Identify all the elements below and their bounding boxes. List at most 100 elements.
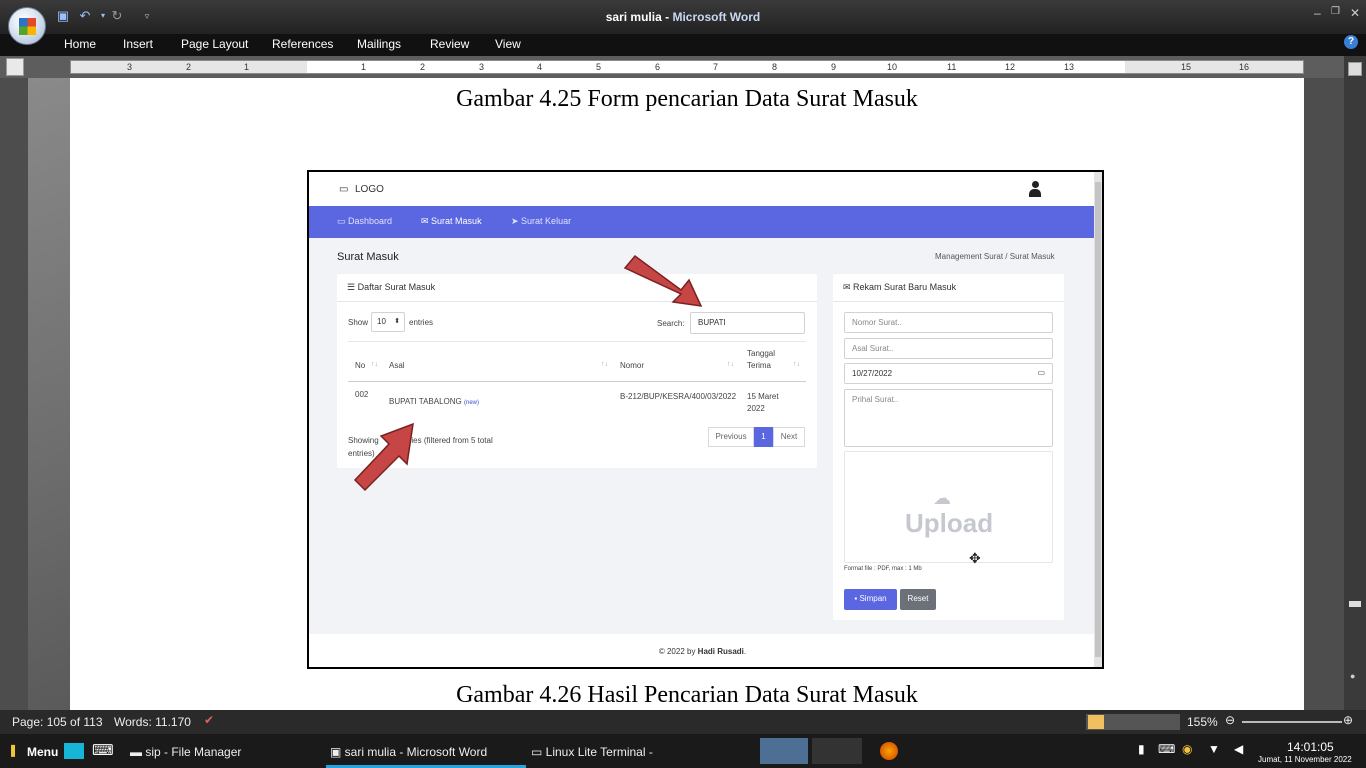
redo-icon[interactable]: ↻ — [110, 9, 124, 23]
clock-time[interactable]: 14:01:05 — [1287, 740, 1334, 754]
close-icon[interactable]: ✕ — [1350, 6, 1360, 20]
undo-icon[interactable]: ↶ — [78, 9, 92, 23]
footer-suffix: . — [743, 647, 747, 656]
search-input[interactable]: BUPATI — [690, 312, 805, 334]
breadcrumb-management[interactable]: Management Surat — [935, 252, 1003, 261]
col-nomor[interactable]: Nomor — [620, 361, 644, 370]
tab-mailings[interactable]: Mailings — [357, 37, 401, 51]
sort-icon[interactable]: ↑↓ — [601, 361, 608, 368]
breadcrumb: Management Surat / Surat Masuk — [935, 252, 1055, 261]
wifi-icon[interactable]: ▼ — [1208, 742, 1220, 756]
nav-dashboard-label: Dashboard — [348, 216, 393, 226]
window-title: sari mulia - Microsoft Word — [605, 10, 761, 24]
pagination-page-1[interactable]: 1 — [754, 427, 773, 447]
ruler-number: 8 — [772, 62, 778, 72]
undo-dropdown-icon[interactable]: ▾ — [96, 9, 110, 23]
workspace-1[interactable] — [760, 738, 808, 764]
restore-icon[interactable]: ❐ — [1331, 6, 1340, 17]
header-divider — [348, 381, 806, 382]
workspace-2[interactable] — [812, 738, 862, 764]
tab-references[interactable]: References — [272, 37, 333, 51]
ruler-number: 3 — [479, 62, 485, 72]
entries-select[interactable]: 10 ⬍ — [371, 312, 405, 332]
col-no[interactable]: No — [355, 361, 365, 370]
vertical-scrollbar[interactable]: ● — [1344, 56, 1366, 710]
embedded-scrollbar — [1094, 172, 1102, 667]
clock-date[interactable]: Jumat, 11 November 2022 — [1258, 755, 1352, 764]
asal-surat-input[interactable]: Asal Surat.. — [844, 338, 1053, 359]
pagination-next[interactable]: Next — [773, 427, 805, 447]
taskbar-file-manager[interactable]: ▬ sip - File Manager — [130, 745, 241, 759]
terminal-label: Linux Lite Terminal - — [545, 745, 653, 759]
calendar-icon[interactable]: ▭ — [1037, 368, 1045, 377]
file-manager-label: sip - File Manager — [145, 745, 242, 759]
col-asal[interactable]: Asal — [389, 361, 405, 370]
view-buttons[interactable] — [1086, 714, 1180, 730]
tab-view[interactable]: View — [495, 37, 521, 51]
customize-toolbar-icon[interactable]: ▿ — [140, 9, 154, 23]
nav-surat-keluar[interactable]: ➤ Surat Keluar — [511, 216, 571, 227]
horizontal-ruler[interactable]: 3 2 1 1 2 3 4 5 6 7 8 9 10 11 12 13 15 1… — [70, 60, 1304, 74]
form-card-header: ✉ Rekam Surat Baru Masuk — [833, 274, 1064, 302]
entries-label: entries — [409, 318, 434, 327]
nav-surat-masuk[interactable]: ✉ Surat Masuk — [421, 216, 482, 227]
word-count[interactable]: Words: 11.170 — [114, 715, 191, 729]
ruler-number: 16 — [1239, 62, 1250, 72]
nav-surat-masuk-label: Surat Masuk — [431, 216, 482, 226]
select-arrow-icon: ⬍ — [394, 318, 400, 325]
volume-icon[interactable]: ◀ — [1234, 742, 1243, 756]
tab-page-layout[interactable]: Page Layout — [181, 37, 248, 51]
help-icon[interactable]: ? — [1344, 35, 1358, 49]
clipboard-icon[interactable]: ▮ — [1138, 742, 1145, 756]
save-icon[interactable]: ▣ — [56, 9, 70, 23]
zoom-slider[interactable] — [1242, 721, 1342, 723]
cell-asal: BUPATI TABALONG (new) — [389, 397, 479, 406]
scroll-thumb[interactable] — [1349, 601, 1361, 607]
simpan-button[interactable]: ▪ Simpan — [844, 589, 897, 610]
browse-object-icon[interactable]: ● — [1350, 671, 1355, 681]
update-icon[interactable]: ◉ — [1182, 742, 1192, 756]
sort-icon[interactable]: ↑↓ — [371, 361, 378, 368]
zoom-in-icon[interactable]: ⊕ — [1343, 713, 1353, 727]
upload-dropzone[interactable]: ☁ Upload — [844, 451, 1053, 563]
reset-button[interactable]: Reset — [900, 589, 936, 610]
caption-bottom: Gambar 4.26 Hasil Pencarian Data Surat M… — [456, 682, 918, 708]
perihal-textarea[interactable]: Prihal Surat.. — [844, 389, 1053, 447]
zoom-level[interactable]: 155% — [1187, 715, 1218, 729]
office-button[interactable] — [8, 7, 46, 45]
tab-selector-icon[interactable] — [6, 58, 24, 76]
menu-button[interactable]: Menu — [27, 745, 58, 759]
pagination-previous[interactable]: Previous — [708, 427, 754, 447]
cell-no: 002 — [355, 390, 369, 399]
keyboard-layout-icon[interactable]: ⌨ — [1158, 742, 1175, 756]
date-input[interactable]: 10/27/2022 ▭ — [844, 363, 1053, 384]
user-icon[interactable] — [1029, 181, 1041, 197]
move-cursor-icon: ✥ — [969, 550, 981, 566]
minimize-icon[interactable]: – — [1314, 6, 1321, 20]
view-ruler-icon[interactable] — [1348, 62, 1362, 76]
proofing-icon[interactable]: ✔ — [204, 713, 214, 727]
embedded-screenshot[interactable]: ▭ LOGO ▭ Dashboard ✉ Surat Masuk ➤ Surat… — [307, 170, 1104, 669]
tab-review[interactable]: Review — [430, 37, 469, 51]
divider — [348, 341, 806, 342]
sort-icon[interactable]: ↑↓ — [727, 361, 734, 368]
firefox-icon[interactable] — [880, 742, 898, 760]
tab-home[interactable]: Home — [64, 37, 96, 51]
taskbar-terminal[interactable]: ▭ Linux Lite Terminal - — [531, 745, 653, 759]
zoom-out-icon[interactable]: ⊖ — [1225, 713, 1235, 727]
ruler-number: 12 — [1005, 62, 1016, 72]
col-tanggal[interactable]: Tanggal Terima — [747, 348, 787, 372]
desktop-icon[interactable] — [64, 743, 84, 759]
taskbar-word[interactable]: ▣ sari mulia - Microsoft Word — [330, 745, 487, 759]
nav-dashboard[interactable]: ▭ Dashboard — [337, 216, 392, 227]
tab-insert[interactable]: Insert — [123, 37, 153, 51]
sort-icon[interactable]: ↑↓ — [793, 361, 800, 368]
annotation-arrow-icon — [623, 254, 703, 307]
keyboard-icon[interactable]: ⌨ — [92, 741, 114, 759]
menu-icon[interactable]: ❚ — [8, 743, 18, 757]
ruler-number: 5 — [596, 62, 602, 72]
print-layout-icon[interactable] — [1088, 715, 1104, 729]
nomor-surat-input[interactable]: Nomor Surat.. — [844, 312, 1053, 333]
app-topbar: ▭ LOGO — [309, 172, 1096, 206]
page-count[interactable]: Page: 105 of 113 — [12, 715, 103, 729]
